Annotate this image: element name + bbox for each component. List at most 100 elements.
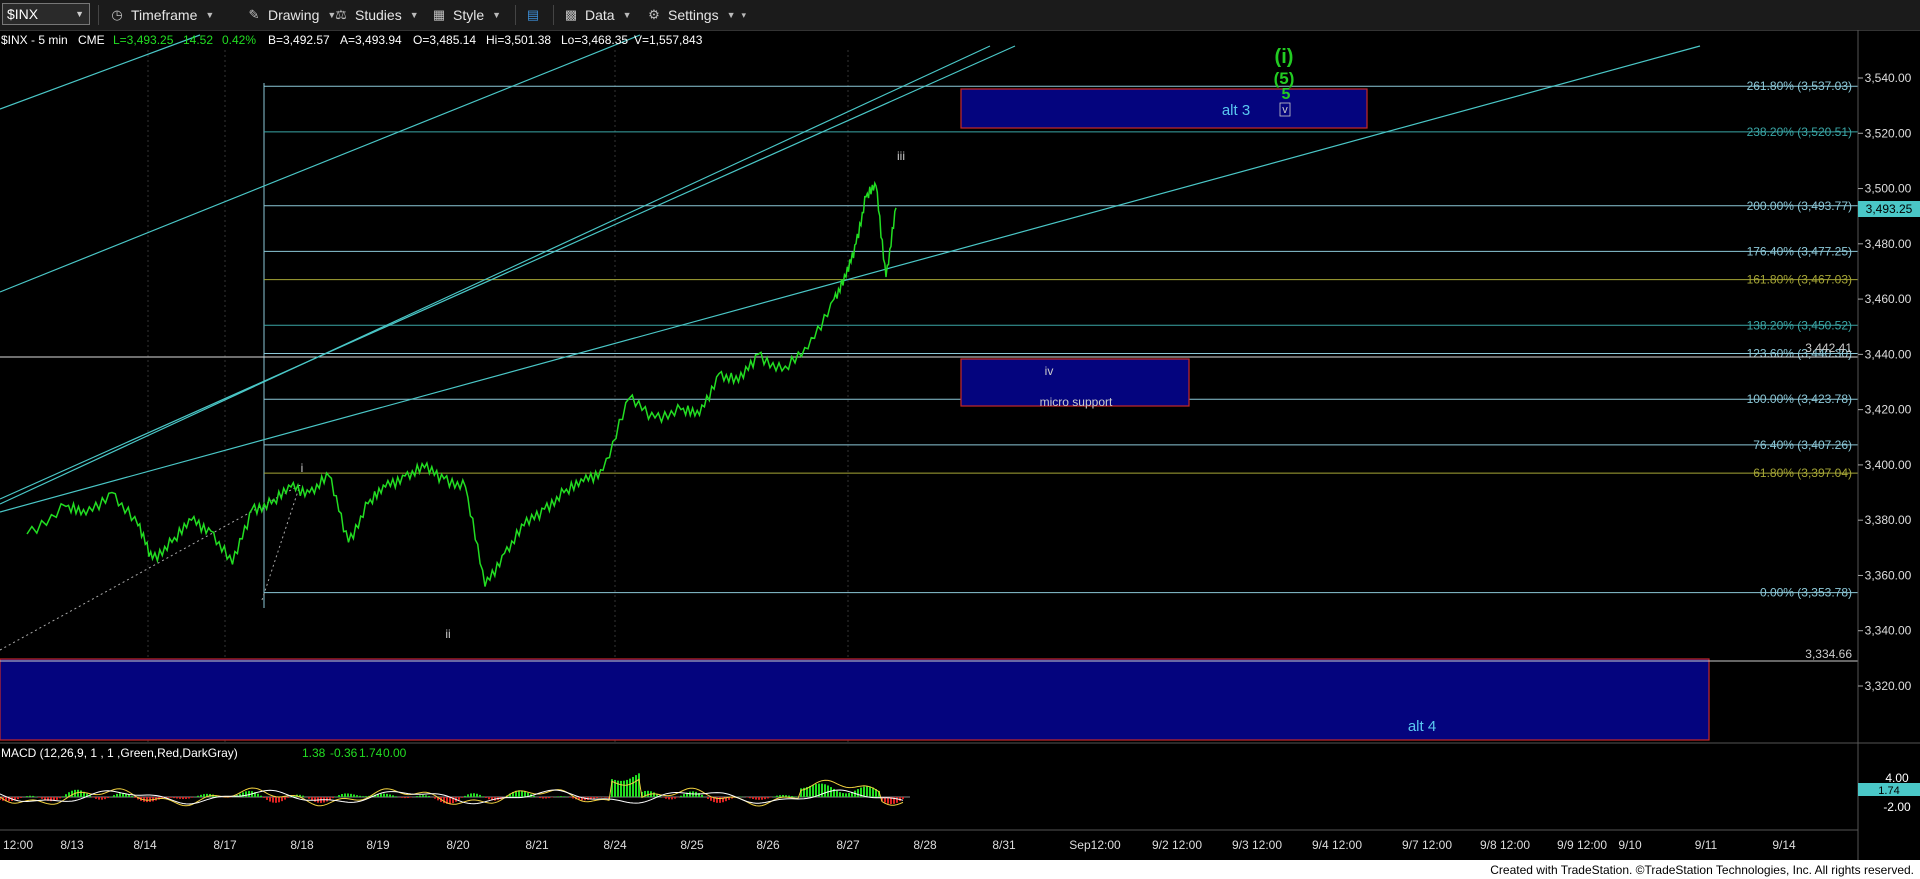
fib-level-label: 100.00% (3,423.78) [1747, 392, 1852, 406]
time-tick-label: 9/2 12:00 [1152, 838, 1202, 852]
fib-level-label: 261.80% (3,537.03) [1747, 79, 1852, 93]
info-line: $INX - 5 min CME L=3,493.25 14.52 0.42% … [1, 33, 703, 47]
price-chart[interactable]: 261.80% (3,537.03) 238.20% (3,520.51) 200.… [0, 30, 1920, 860]
info-low: Lo=3,468.35 [561, 33, 628, 47]
style-label: Style [453, 7, 485, 23]
fib-level-label: 238.20% (3,520.51) [1747, 125, 1852, 139]
info-high: Hi=3,501.38 [486, 33, 551, 47]
trend-lines [0, 34, 1701, 513]
macd-value-4: 0.00 [383, 746, 407, 760]
time-tick-label: 9/10 [1618, 838, 1642, 852]
data-button[interactable]: ▩ Data ▼ [562, 4, 632, 26]
fibonacci-levels: 261.80% (3,537.03) 238.20% (3,520.51) 200.… [264, 79, 1858, 600]
gear-icon: ⚙ [648, 7, 660, 22]
price-tick-label: 3,480.00 [1865, 237, 1912, 251]
price-tick-label: 3,420.00 [1865, 403, 1912, 417]
time-tick-label: 9/9 12:00 [1557, 838, 1607, 852]
copyright-text: Created with TradeStation. ©TradeStation… [1490, 863, 1914, 877]
alt3-zone[interactable] [960, 88, 1368, 129]
settings-button[interactable]: ⚙ Settings ▼ ▾ [645, 4, 746, 26]
chevron-down-icon: ▼ [205, 10, 215, 20]
info-bid: B=3,492.57 [268, 33, 330, 47]
time-tick-label: 9/3 12:00 [1232, 838, 1282, 852]
price-tick-label: 3,320.00 [1865, 679, 1912, 693]
info-open: O=3,485.14 [413, 33, 476, 47]
info-ask: A=3,493.94 [340, 33, 402, 47]
timeframe-label: Timeframe [131, 7, 198, 23]
macd-axis-bottom: -2.00 [1883, 800, 1911, 814]
time-tick-label: 8/25 [680, 838, 704, 852]
time-axis: 12:00 8/13 8/14 8/17 8/18 8/19 8/20 8/21 8/24 8/2… [3, 838, 1796, 852]
toolbar-divider [98, 5, 99, 25]
dotted-trend-line [0, 484, 301, 651]
alt4-label: alt 4 [1408, 718, 1436, 735]
time-tick-label: 8/24 [603, 838, 627, 852]
fib-level-label: 161.80% (3,467.03) [1747, 273, 1852, 287]
macd-histogram [0, 773, 904, 805]
time-tick-label: 8/28 [913, 838, 937, 852]
window-layout-icon: ▤ [526, 7, 540, 22]
info-volume: V=1,557,843 [634, 33, 703, 47]
macd-title: MACD (12,26,9, 1 , 1 ,Green,Red,DarkGray… [1, 746, 238, 760]
time-tick-label: 8/17 [213, 838, 237, 852]
price-series-line [26, 180, 897, 587]
time-tick-label: 9/11 [1695, 838, 1718, 852]
wave-label-i-green: (i) [1275, 46, 1294, 68]
time-tick-label: 9/14 [1772, 838, 1796, 852]
micro-support-label: micro support [1040, 395, 1113, 409]
price-tick-label: 3,440.00 [1865, 347, 1912, 361]
price-tick-label: 3,360.00 [1865, 568, 1912, 582]
timeframe-button[interactable]: ◷ Timeframe ▼ [108, 4, 214, 26]
symbol-input[interactable]: $INX ▼ [2, 3, 90, 25]
time-tick-label: 8/26 [756, 838, 780, 852]
overflow-chevron-icon: ▾ [741, 9, 747, 20]
time-tick-label: 8/19 [366, 838, 390, 852]
time-tick-label: 8/31 [992, 838, 1016, 852]
pencil-icon: ✎ [248, 7, 260, 22]
fib-level-label: 138.20% (3,450.52) [1747, 318, 1852, 332]
settings-label: Settings [668, 7, 719, 23]
level-label-horizontal: 3,442.41 [1805, 341, 1852, 355]
macd-value-1: 1.38 [302, 746, 326, 760]
info-symbol: $INX - 5 min [1, 33, 68, 47]
drawing-label: Drawing [268, 7, 320, 23]
fib-level-label: 0.00% (3,353.78) [1760, 586, 1852, 600]
fib-level-label: 76.40% (3,407.26) [1753, 438, 1852, 452]
macd-axis-top: 4.00 [1885, 771, 1909, 785]
symbol-value: $INX [7, 6, 39, 22]
style-icon: ▦ [432, 7, 446, 22]
studies-button[interactable]: ⚖ Studies ▼ [332, 4, 419, 26]
chevron-down-icon: ▼ [409, 10, 419, 20]
macd-value-2: -0.36 [330, 746, 358, 760]
info-change-pct: 0.42% [222, 33, 256, 47]
time-tick-label: 9/7 12:00 [1402, 838, 1452, 852]
chevron-down-icon: ▼ [75, 9, 84, 19]
macd-header: MACD (12,26,9, 1 , 1 ,Green,Red,DarkGray… [1, 746, 407, 760]
alt4-zone[interactable] [0, 658, 1710, 741]
time-tick-label: 8/27 [836, 838, 860, 852]
drawing-button[interactable]: ✎ Drawing ▼ [245, 4, 337, 26]
level-label-alt4: 3,334.66 [1805, 647, 1852, 661]
chart-grid [147, 50, 849, 742]
wave-label-ii: ii [445, 627, 450, 641]
chevron-down-icon: ▼ [492, 10, 502, 20]
price-tick-label: 3,500.00 [1865, 182, 1912, 196]
time-tick-label: 8/20 [446, 838, 470, 852]
time-tick-label: 8/14 [133, 838, 157, 852]
price-tick-label: 3,400.00 [1865, 458, 1912, 472]
layout-button[interactable]: ▤ [521, 4, 550, 26]
price-tick-label: 3,460.00 [1865, 292, 1912, 306]
wave-label-iii: iii [897, 149, 905, 163]
bar-chart-icon: ▩ [564, 7, 578, 22]
toolbar-divider [553, 5, 554, 25]
info-exchange: CME [78, 33, 105, 47]
macd-axis-current: 1.74 [1878, 785, 1899, 797]
wave-label-v: v [1282, 104, 1288, 116]
toolbar-divider [515, 5, 516, 25]
info-change: 14.52 [183, 33, 213, 47]
data-label: Data [585, 7, 615, 23]
style-button[interactable]: ▦ Style ▼ [430, 4, 501, 26]
fib-level-label: 176.40% (3,477.25) [1747, 244, 1852, 258]
time-tick-label: Sep12:00 [1069, 838, 1121, 852]
footer: Created with TradeStation. ©TradeStation… [0, 860, 1920, 879]
